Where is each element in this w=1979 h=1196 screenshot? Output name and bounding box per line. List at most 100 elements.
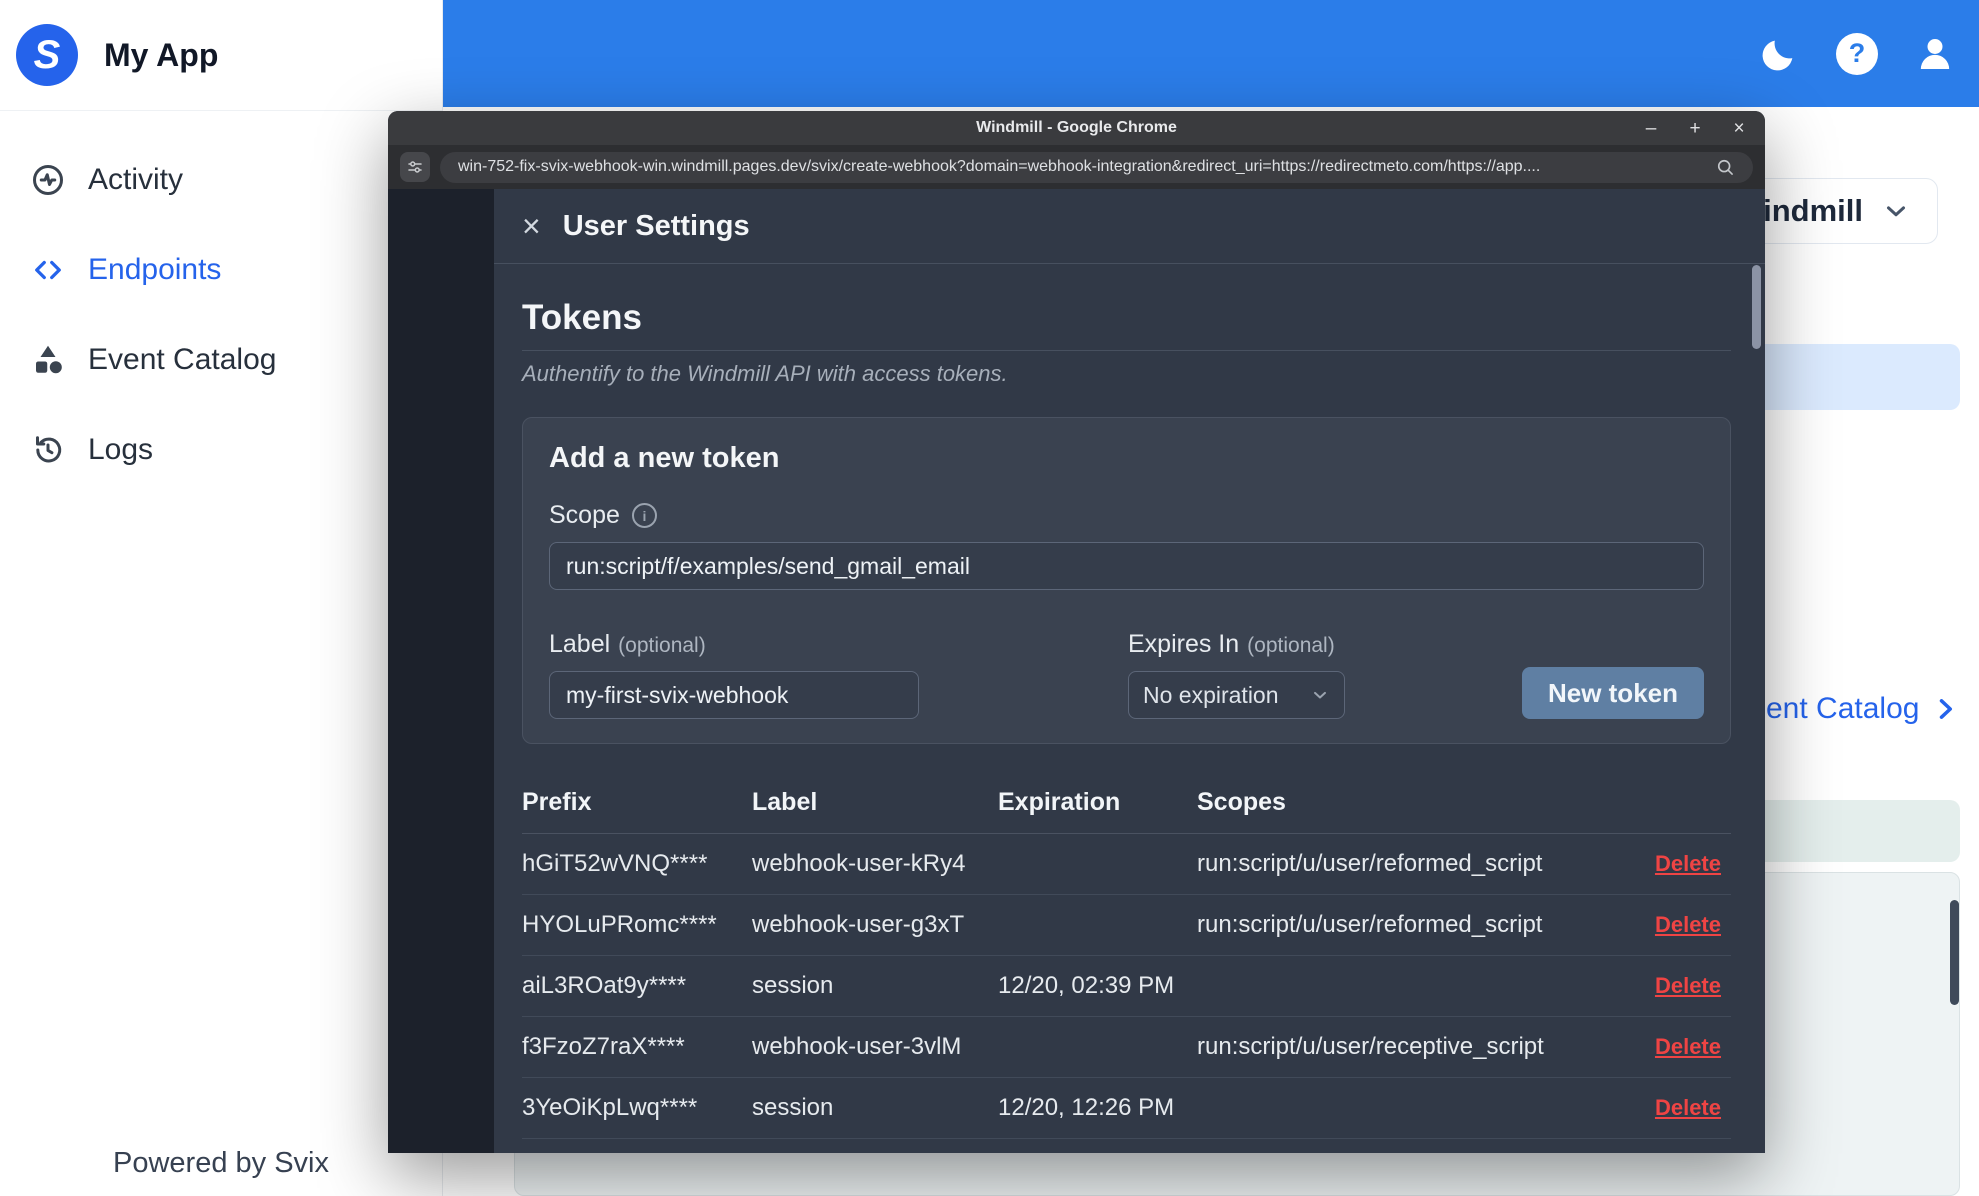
- tokens-table-header: Prefix Label Expiration Scopes: [522, 788, 1731, 834]
- table-row: HYOLuPRomc**** webhook-user-g3xT run:scr…: [522, 895, 1731, 956]
- app-logo-icon[interactable]: S: [16, 24, 78, 86]
- windmill-dropdown-label: indmill: [1763, 193, 1863, 228]
- chevron-right-icon: [1940, 699, 1953, 719]
- expires-optional-text: (optional): [1247, 634, 1335, 657]
- window-title: Windmill - Google Chrome: [976, 119, 1177, 136]
- sidebar-header: S My App: [0, 0, 442, 111]
- column-header-label: Label: [752, 788, 818, 816]
- code-icon: [35, 260, 61, 280]
- token-expiration: 12/20, 12:26 PM: [998, 1094, 1175, 1121]
- page-left-rail: [388, 189, 494, 1153]
- add-token-panel: Add a new token Scope i Label (optional): [522, 417, 1731, 744]
- token-label: session: [752, 1094, 834, 1121]
- scope-label-row: Scope i: [549, 501, 1704, 530]
- add-token-heading: Add a new token: [549, 442, 780, 474]
- sidebar-item-logs[interactable]: Logs: [0, 405, 442, 495]
- user-icon: [1920, 38, 1950, 69]
- label-text: Label: [549, 630, 611, 658]
- drawer-scrollbar-thumb[interactable]: [1752, 265, 1761, 349]
- tokens-heading: Tokens: [522, 298, 1731, 351]
- shapes-icon: [36, 345, 62, 374]
- drawer-header: × User Settings: [494, 189, 1765, 264]
- minimize-button[interactable]: –: [1641, 119, 1661, 138]
- window-controls: – + ×: [1641, 111, 1749, 145]
- new-token-button[interactable]: New token: [1521, 667, 1704, 719]
- info-icon[interactable]: i: [631, 503, 657, 528]
- help-icon: ?: [1836, 32, 1878, 75]
- tokens-subtitle: Authentify to the Windmill API with acce…: [522, 361, 1008, 386]
- close-icon[interactable]: ×: [522, 210, 541, 242]
- browser-viewport: × User Settings Tokens Authentify to the…: [388, 189, 1765, 1153]
- scope-input[interactable]: [549, 542, 1704, 590]
- browser-urlbar: win-752-fix-svix-webhook-win.windmill.pa…: [388, 145, 1765, 189]
- token-prefix: f3FzoZ7raX****: [522, 1033, 685, 1060]
- token-prefix: aiL3ROat9y****: [522, 972, 687, 999]
- sidebar-item-activity[interactable]: Activity: [0, 135, 442, 225]
- label-field-group: Label (optional): [549, 630, 919, 719]
- tokens-table: Prefix Label Expiration Scopes hGiT52wVN…: [522, 788, 1731, 1139]
- page-scrollbar-thumb[interactable]: [1950, 900, 1959, 1005]
- column-header-expiration: Expiration: [998, 788, 1121, 816]
- token-prefix: HYOLuPRomc****: [522, 911, 717, 938]
- sidebar-item-endpoints[interactable]: Endpoints: [0, 225, 442, 315]
- help-button[interactable]: ?: [1835, 32, 1879, 76]
- address-bar-url: win-752-fix-svix-webhook-win.windmill.pa…: [458, 158, 1541, 175]
- column-header-scopes: Scopes: [1197, 788, 1286, 816]
- help-glyph: ?: [1848, 38, 1866, 68]
- delete-token-link[interactable]: Delete: [1655, 1095, 1721, 1120]
- table-row: hGiT52wVNQ**** webhook-user-kRy4 run:scr…: [522, 834, 1731, 895]
- expires-field-label: Expires In (optional): [1128, 630, 1345, 659]
- chevron-down-icon: [1887, 206, 1905, 217]
- drawer-body: Tokens Authentify to the Windmill API wi…: [494, 298, 1765, 1139]
- table-row: aiL3ROat9y**** session 12/20, 02:39 PM D…: [522, 956, 1731, 1017]
- user-menu-button[interactable]: [1913, 32, 1957, 76]
- expires-select[interactable]: No expiration: [1128, 671, 1345, 719]
- token-prefix: hGiT52wVNQ****: [522, 850, 708, 877]
- history-icon: [36, 436, 62, 463]
- table-row: f3FzoZ7raX**** webhook-user-3vlM run:scr…: [522, 1017, 1731, 1078]
- tune-icon: [408, 161, 422, 173]
- sidebar-item-label: Logs: [88, 433, 154, 466]
- token-label: webhook-user-g3xT: [752, 911, 965, 938]
- scope-label: Scope: [549, 501, 620, 529]
- token-scopes: run:script/u/user/receptive_script: [1197, 1033, 1544, 1060]
- window-titlebar: Windmill - Google Chrome – + ×: [388, 111, 1765, 145]
- user-settings-drawer: × User Settings Tokens Authentify to the…: [494, 189, 1765, 1153]
- token-expiration: 12/20, 02:39 PM: [998, 972, 1175, 999]
- drawer-title: User Settings: [562, 209, 750, 242]
- browser-window: Windmill - Google Chrome – + × win-752-f…: [388, 111, 1765, 1153]
- label-field-label: Label (optional): [549, 630, 919, 659]
- token-label: webhook-user-3vlM: [752, 1033, 962, 1060]
- token-label: webhook-user-kRy4: [752, 850, 966, 877]
- token-label: session: [752, 972, 834, 999]
- token-scopes: run:script/u/user/reformed_script: [1197, 850, 1543, 877]
- address-bar[interactable]: win-752-fix-svix-webhook-win.windmill.pa…: [440, 151, 1753, 183]
- expires-field-group: Expires In (optional) No expiration: [1128, 630, 1345, 719]
- delete-token-link[interactable]: Delete: [1655, 1034, 1721, 1059]
- maximize-button[interactable]: +: [1685, 119, 1705, 138]
- delete-token-link[interactable]: Delete: [1655, 973, 1721, 998]
- chevron-down-icon: [1314, 691, 1326, 699]
- site-settings-button[interactable]: [400, 152, 430, 182]
- dark-mode-toggle[interactable]: [1757, 32, 1801, 76]
- delete-token-link[interactable]: Delete: [1655, 912, 1721, 937]
- close-window-button[interactable]: ×: [1729, 119, 1749, 138]
- app-title: My App: [104, 36, 219, 73]
- sidebar-item-label: Event Catalog: [88, 343, 277, 376]
- token-form-row: Label (optional) Expires In (optional) No …: [549, 630, 1704, 719]
- event-catalog-link-label: ent Catalog: [1766, 692, 1920, 725]
- powered-by-svix: Powered by Svix: [113, 1147, 329, 1179]
- sidebar-item-label: Activity: [88, 163, 184, 196]
- sidebar: S My App Activity Endpoints Event Catalo…: [0, 0, 443, 1196]
- screen: ? indmill ent Catalog S My App Activity …: [0, 0, 1979, 1196]
- moon-icon: [1762, 40, 1793, 70]
- label-input[interactable]: [549, 671, 919, 719]
- sidebar-nav: Activity Endpoints Event Catalog Logs: [0, 111, 442, 495]
- table-row: 3YeOiKpLwq**** session 12/20, 12:26 PM D…: [522, 1078, 1731, 1139]
- sidebar-item-label: Endpoints: [88, 253, 222, 286]
- delete-token-link[interactable]: Delete: [1655, 851, 1721, 876]
- label-optional-text: (optional): [618, 634, 706, 657]
- sidebar-item-event-catalog[interactable]: Event Catalog: [0, 315, 442, 405]
- magnifier-icon[interactable]: [1715, 157, 1735, 177]
- column-header-prefix: Prefix: [522, 788, 592, 816]
